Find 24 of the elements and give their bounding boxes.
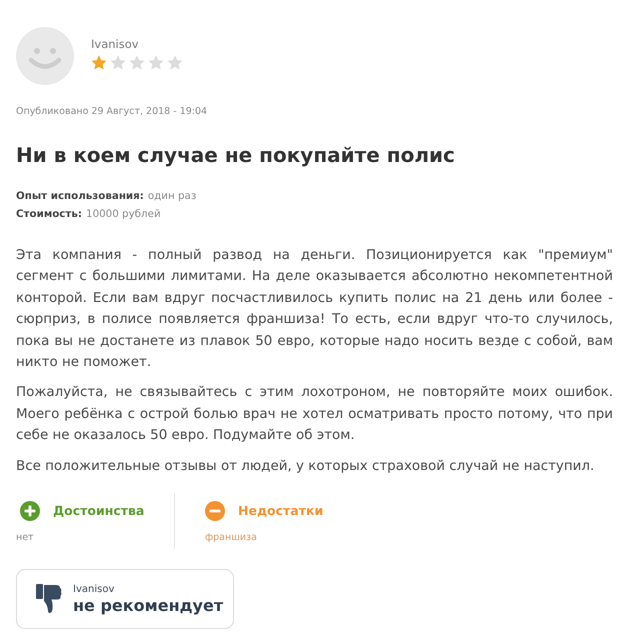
section-heading: Недостатки — [238, 502, 324, 520]
author-name: Ivanisov — [91, 36, 139, 52]
section-text: франшиза — [205, 531, 257, 546]
minus-circle-icon — [205, 501, 225, 522]
star-icon — [110, 55, 126, 70]
verdict-text: не рекомендует — [73, 596, 224, 616]
detail-label: Опыт использования: — [16, 189, 144, 204]
star-icon — [167, 55, 183, 70]
plus-circle-icon — [20, 501, 40, 522]
section-text: нет — [16, 531, 34, 546]
review-paragraph: Эта компания - полный развод на деньги. Позиционируется как "премиум" сегмент с большими лимитами. На деле оказывается абсолютно некомпетентной конторой. Если вам вдруг посчастливилось купить полис на 21 день или более - сюрприз, в полисе появляется франшиза! То есть, если вдруг что-то случилось, пока вы не достанете из плавок 50 евро, которые надо носить везде с собой, вам никто не поможет. — [16, 247, 613, 372]
verdict-author: Ivanisov — [73, 582, 114, 596]
star-icon — [148, 55, 164, 70]
section-heading: Достоинства — [53, 502, 144, 520]
star-icon — [129, 55, 145, 70]
detail-label: Стоимость: — [16, 207, 82, 222]
review-paragraph: Все положительные отзывы от людей, у которых страховой случай не наступил. — [16, 458, 596, 476]
review-paragraph: Пожалуйста, не связывайтесь с этим лохотроном, не повторяйте моих ошибок. Моего ребёнка с острой болью врач не хотел осматривать просто потому, что при себе не оказалось 50 евро. Подумайте об этом. — [16, 384, 613, 446]
publish-date: Опубликовано 29 Август, 2018 - 19:04 — [16, 105, 208, 119]
review-title: Ни в коем случае не покупайте полис — [16, 142, 456, 169]
detail-value: 10000 рублей — [86, 207, 161, 222]
avatar-placeholder-icon — [16, 27, 74, 85]
detail-value: один раз — [148, 189, 196, 204]
star-icon — [91, 55, 107, 70]
